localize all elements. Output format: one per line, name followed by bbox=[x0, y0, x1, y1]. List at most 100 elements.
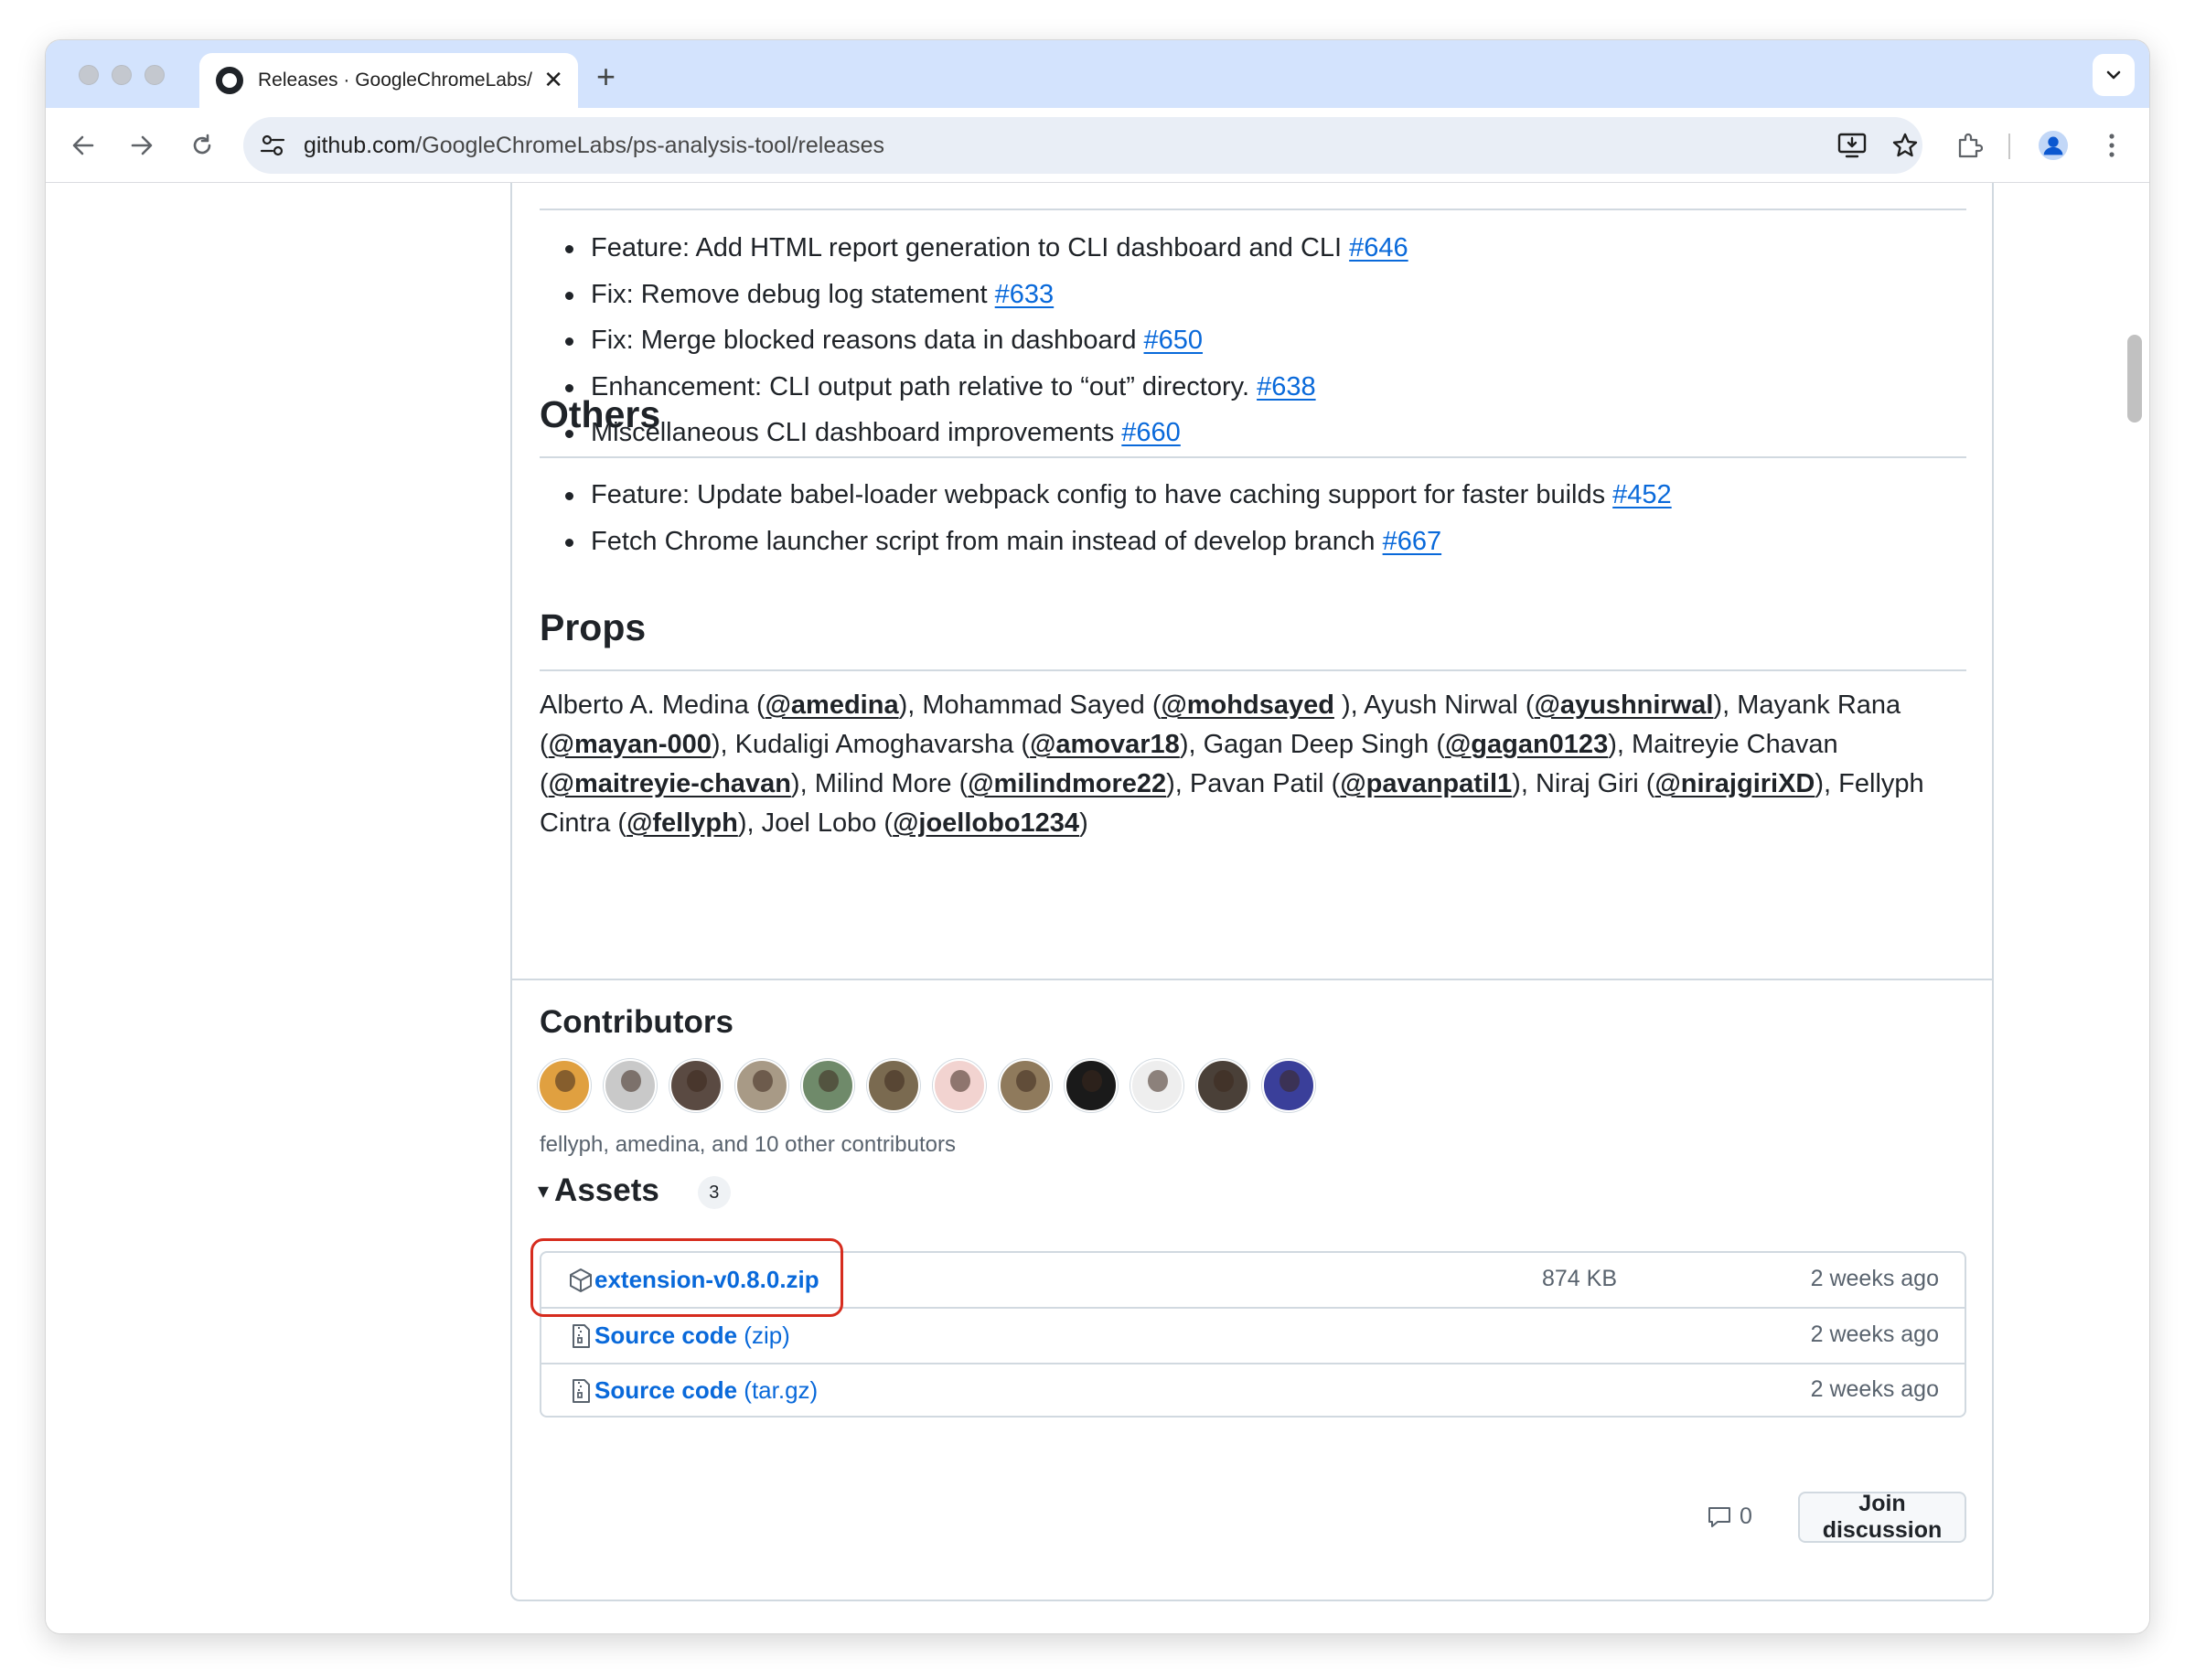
contributor-avatar[interactable] bbox=[1196, 1059, 1249, 1112]
mention-suffix: ), bbox=[1179, 730, 1204, 759]
mention-suffix: ), bbox=[1608, 730, 1632, 759]
url-text[interactable]: github.com/GoogleChromeLabs/ps-analysis-… bbox=[304, 133, 884, 159]
join-discussion-button[interactable]: Join discussion bbox=[1798, 1491, 1966, 1543]
chrome-menu-button[interactable] bbox=[2096, 130, 2127, 161]
avatar-icon bbox=[2038, 130, 2069, 161]
section-heading-cli: CLI bbox=[540, 183, 600, 197]
user-mention-link[interactable]: @mohdsayed bbox=[1161, 690, 1333, 720]
browser-window: Releases · GoogleChromeLabs/ps-analysis-… bbox=[46, 40, 2149, 1633]
page-content: CLI Feature: Add HTML report generation … bbox=[46, 183, 2149, 1633]
mention-suffix: ), bbox=[1815, 769, 1839, 798]
asset-link-source-zip[interactable]: Source code (zip) bbox=[594, 1322, 790, 1350]
heading-divider bbox=[540, 209, 1966, 210]
window-maximize-control[interactable] bbox=[145, 65, 165, 85]
heading-divider bbox=[540, 456, 1966, 458]
more-vert-icon bbox=[2109, 134, 2115, 157]
comment-count[interactable]: 0 bbox=[1707, 1503, 1752, 1530]
back-button[interactable] bbox=[68, 130, 99, 161]
assets-count-badge: 3 bbox=[697, 1176, 731, 1209]
user-mention-link[interactable]: @ayushnirwal bbox=[1535, 690, 1714, 720]
contributor-avatar[interactable] bbox=[1262, 1059, 1315, 1112]
bookmark-button[interactable] bbox=[1890, 130, 1921, 161]
mention-suffix: ), bbox=[711, 730, 735, 759]
contributor-name: Mohammad Sayed ( bbox=[922, 690, 1162, 720]
mention-suffix: ), bbox=[1333, 690, 1365, 720]
contributors-title: Contributors bbox=[540, 1004, 733, 1040]
contributor-name: Joel Lobo ( bbox=[761, 808, 894, 838]
contributor-avatar[interactable] bbox=[801, 1059, 854, 1112]
user-mention-link[interactable]: @maitreyie-chavan bbox=[549, 769, 791, 798]
page-scrollbar-thumb[interactable] bbox=[2127, 335, 2142, 423]
browser-toolbar: github.com/GoogleChromeLabs/ps-analysis-… bbox=[46, 108, 2149, 183]
contributor-name: Kudaligi Amoghavarsha ( bbox=[734, 730, 1031, 759]
pull-request-link[interactable]: #638 bbox=[1257, 372, 1316, 401]
user-mention-link[interactable]: @mayan-000 bbox=[549, 730, 712, 759]
tab-close-icon[interactable]: ✕ bbox=[543, 66, 563, 93]
window-minimize-control[interactable] bbox=[112, 65, 132, 85]
reload-button[interactable] bbox=[187, 130, 218, 161]
pull-request-link[interactable]: #660 bbox=[1121, 418, 1181, 447]
arrow-right-icon bbox=[131, 135, 153, 155]
profile-button[interactable] bbox=[2038, 130, 2069, 161]
tab-search-button[interactable] bbox=[2093, 54, 2135, 96]
contributor-avatar[interactable] bbox=[1065, 1059, 1118, 1112]
toolbar-divider bbox=[2008, 134, 2010, 159]
user-mention-link[interactable]: @nirajgiriXD bbox=[1654, 769, 1815, 798]
address-bar[interactable]: github.com/GoogleChromeLabs/ps-analysis-… bbox=[243, 117, 1922, 174]
site-info-icon[interactable] bbox=[258, 131, 287, 160]
card-divider bbox=[512, 979, 1992, 980]
asset-date: 2 weeks ago bbox=[1810, 1322, 1939, 1347]
list-item-text: Feature: Add HTML report generation to C… bbox=[591, 233, 1350, 262]
reload-icon bbox=[193, 134, 211, 155]
mention-suffix: ), bbox=[1166, 769, 1190, 798]
asset-name: Source code bbox=[594, 1322, 738, 1349]
new-tab-button[interactable]: + bbox=[596, 59, 616, 95]
user-mention-link[interactable]: @joellobo1234 bbox=[893, 808, 1079, 838]
pull-request-link[interactable]: #646 bbox=[1349, 233, 1408, 262]
user-mention-link[interactable]: @fellyph bbox=[626, 808, 738, 838]
asset-format: (tar.gz) bbox=[737, 1376, 819, 1404]
contributor-avatars bbox=[538, 1059, 1315, 1112]
file-zip-icon bbox=[573, 1324, 590, 1348]
contributor-name: Alberto A. Medina ( bbox=[540, 690, 766, 720]
section-heading-others: Others bbox=[540, 393, 661, 435]
forward-button[interactable] bbox=[126, 130, 157, 161]
contributor-avatar[interactable] bbox=[1130, 1059, 1183, 1112]
assets-toggle[interactable]: ▾ Assets 3 bbox=[538, 1172, 731, 1209]
user-mention-link[interactable]: @gagan0123 bbox=[1445, 730, 1608, 759]
pull-request-link[interactable]: #452 bbox=[1612, 480, 1672, 509]
section-heading-props: Props bbox=[540, 606, 647, 648]
user-mention-link[interactable]: @pavanpatil1 bbox=[1340, 769, 1512, 798]
contributor-name: Ayush Nirwal ( bbox=[1364, 690, 1535, 720]
contributor-avatar[interactable] bbox=[735, 1059, 788, 1112]
contributor-avatar[interactable] bbox=[933, 1059, 986, 1112]
mention-suffix: ), bbox=[1512, 769, 1536, 798]
asset-format: (zip) bbox=[737, 1322, 790, 1349]
pull-request-link[interactable]: #633 bbox=[995, 280, 1055, 309]
pull-request-link[interactable]: #667 bbox=[1383, 527, 1442, 556]
asset-link-source-targz[interactable]: Source code (tar.gz) bbox=[594, 1376, 818, 1405]
user-mention-link[interactable]: @milindmore22 bbox=[968, 769, 1166, 798]
user-mention-link[interactable]: @amovar18 bbox=[1030, 730, 1180, 759]
window-close-control[interactable] bbox=[79, 65, 99, 85]
list-item: Fix: Remove debug log statement #633 bbox=[565, 272, 1408, 318]
contributor-avatar[interactable] bbox=[538, 1059, 591, 1112]
pull-request-link[interactable]: #650 bbox=[1144, 326, 1204, 355]
list-item: Miscellaneous CLI dashboard improvements… bbox=[565, 410, 1408, 456]
contributor-avatar[interactable] bbox=[604, 1059, 657, 1112]
triangle-down-icon: ▾ bbox=[538, 1178, 550, 1204]
install-app-button[interactable] bbox=[1836, 130, 1868, 161]
list-item: Fetch Chrome launcher script from main i… bbox=[565, 519, 1672, 565]
url-path: /GoogleChromeLabs/ps-analysis-tool/relea… bbox=[415, 133, 885, 158]
contributor-avatar[interactable] bbox=[999, 1059, 1052, 1112]
user-mention-link[interactable]: @amedina bbox=[766, 690, 899, 720]
tab-strip: Releases · GoogleChromeLabs/ps-analysis-… bbox=[46, 40, 2149, 108]
chevron-down-icon bbox=[2106, 70, 2121, 80]
tab-releases[interactable]: Releases · GoogleChromeLabs/ps-analysis-… bbox=[199, 53, 578, 108]
list-item: Enhancement: CLI output path relative to… bbox=[565, 364, 1408, 411]
list-item-text: Fix: Remove debug log statement bbox=[591, 279, 995, 309]
contributor-avatar[interactable] bbox=[867, 1059, 920, 1112]
extensions-button[interactable] bbox=[1954, 130, 1985, 161]
contributor-avatar[interactable] bbox=[669, 1059, 723, 1112]
mention-suffix: ), bbox=[1713, 690, 1738, 720]
